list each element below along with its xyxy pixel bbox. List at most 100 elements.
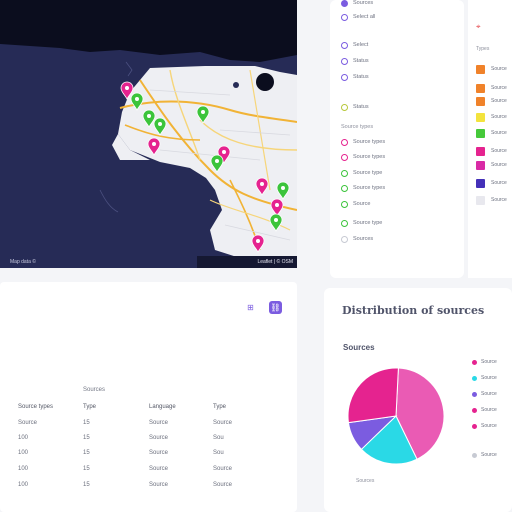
table-cell: 15 xyxy=(83,420,90,426)
radio-icon[interactable] xyxy=(341,200,348,208)
map-view[interactable]: Map data © Leaflet | © OSM xyxy=(0,0,297,268)
map-footer: Map data © Leaflet | © OSM xyxy=(0,256,297,268)
table-cell: 100 xyxy=(18,450,29,456)
pie-legend-label: Source xyxy=(481,423,497,429)
pie-legend-dot xyxy=(472,407,477,413)
filter-item[interactable]: Source types xyxy=(341,183,385,193)
map-marker-icon[interactable]: ⌖ xyxy=(476,22,481,32)
pie-legend-label: Source xyxy=(481,359,497,365)
filter-item-label: Source types xyxy=(353,139,386,145)
legend-panel: ⌖ Types Source Source Source Source Source So… xyxy=(468,0,512,278)
radio-icon[interactable] xyxy=(341,13,348,21)
table-cell: Source xyxy=(213,466,233,472)
table-header-cell[interactable]: Source types xyxy=(18,404,53,410)
pie-legend-item[interactable]: Source xyxy=(472,389,497,399)
radio-icon[interactable] xyxy=(341,235,348,243)
filter-item-label: Source type xyxy=(353,170,383,176)
filter-item[interactable]: Status xyxy=(341,56,369,66)
legend-item[interactable]: Source xyxy=(476,178,507,188)
legend-label: Source xyxy=(491,197,507,203)
legend-label: Source xyxy=(491,85,507,91)
chart-title: Distribution of sources xyxy=(342,304,485,317)
map-attribution-right[interactable]: Leaflet | © OSM xyxy=(197,256,297,268)
pie-legend-dot xyxy=(472,391,477,397)
filter-item-label: Source xyxy=(353,201,371,207)
pie-legend-dot xyxy=(472,423,477,429)
table-group-label: Sources xyxy=(83,387,106,393)
legend-label: Source xyxy=(491,162,507,168)
legend-item[interactable]: Source xyxy=(476,96,507,106)
table-cell: 15 xyxy=(83,450,90,456)
pie-legend-item[interactable]: Source xyxy=(472,373,497,383)
legend-label: Source xyxy=(491,148,507,154)
filter-item[interactable]: Select all xyxy=(341,12,375,22)
table-cell: Source xyxy=(149,482,169,488)
pie-slice[interactable] xyxy=(347,367,399,424)
map-canvas[interactable] xyxy=(0,0,297,268)
legend-swatch xyxy=(476,146,485,156)
legend-swatch xyxy=(476,64,485,74)
legend-swatch xyxy=(476,83,485,93)
table-header-cell[interactable]: Type xyxy=(83,404,96,410)
filter-item[interactable]: Status xyxy=(341,102,369,112)
filter-item-label: Source type xyxy=(353,220,383,226)
legend-item[interactable]: Source xyxy=(476,112,507,122)
legend-swatch xyxy=(476,96,485,106)
radio-icon[interactable] xyxy=(341,184,348,192)
radio-icon[interactable] xyxy=(341,169,348,177)
table-cell: Source xyxy=(149,466,169,472)
table-cell: Source xyxy=(213,420,233,426)
pie-legend-label: Source xyxy=(481,407,497,413)
pie-legend-dot xyxy=(472,452,477,458)
legend-item[interactable]: Source xyxy=(476,146,507,156)
table-cell: Source xyxy=(149,420,169,426)
filter-group-header: Source types xyxy=(341,124,374,130)
grid-icon[interactable]: ⊞ xyxy=(244,301,257,314)
filter-item[interactable]: Status xyxy=(341,72,369,82)
filter-item[interactable]: Source type xyxy=(341,218,382,228)
table-cell: Source xyxy=(149,435,169,441)
radio-icon[interactable] xyxy=(341,103,348,111)
filter-item[interactable]: Select xyxy=(341,40,368,50)
filter-item-label: Source types xyxy=(353,185,386,191)
filter-item-label: Sources xyxy=(353,0,374,6)
radio-icon[interactable] xyxy=(341,57,348,65)
filter-item-label: Sources xyxy=(353,236,374,242)
table-header-cell[interactable]: Language xyxy=(149,404,176,410)
radio-icon[interactable] xyxy=(341,138,348,146)
filter-item[interactable]: Source types xyxy=(341,152,385,162)
pie-legend-label: Source xyxy=(481,375,497,381)
table-cell: 100 xyxy=(18,482,29,488)
legend-swatch xyxy=(476,178,485,188)
map-attribution-left[interactable]: Map data © xyxy=(10,259,36,265)
filter-item[interactable]: Source xyxy=(341,199,370,209)
filter-item[interactable]: Source type xyxy=(341,168,382,178)
radio-icon[interactable] xyxy=(341,219,348,227)
filter-panel: Sources Select all Select Status Status Stat… xyxy=(330,0,464,278)
pie-legend-item[interactable]: Source xyxy=(472,357,497,367)
legend-item[interactable]: Source xyxy=(476,128,507,138)
filter-item[interactable]: Sources xyxy=(341,234,373,244)
legend-item[interactable]: Source xyxy=(476,64,507,74)
legend-item[interactable]: Source xyxy=(476,160,507,170)
pie-legend-item[interactable]: Source xyxy=(472,405,497,415)
legend-swatch xyxy=(476,195,485,205)
table-header-cell[interactable]: Type xyxy=(213,404,226,410)
radio-icon[interactable] xyxy=(341,153,348,161)
pie-legend-item[interactable]: Source xyxy=(472,421,497,431)
legend-item[interactable]: Source xyxy=(476,83,507,93)
pie-chart[interactable] xyxy=(346,358,456,478)
table-cell: Source xyxy=(18,420,38,426)
filter-item-top[interactable]: Sources xyxy=(341,0,373,8)
link-icon[interactable]: ⛓ xyxy=(269,301,282,314)
pie-legend-label: Source xyxy=(481,452,497,458)
filter-item-label: Status xyxy=(353,104,369,110)
filter-item[interactable]: Source types xyxy=(341,137,385,147)
radio-icon[interactable] xyxy=(341,41,348,49)
table-cell: Sou xyxy=(213,435,224,441)
legend-item[interactable]: Source xyxy=(476,195,507,205)
radio-icon[interactable] xyxy=(341,0,348,7)
table-cell: Source xyxy=(149,450,169,456)
pie-legend-item[interactable]: Source xyxy=(472,450,497,460)
radio-icon[interactable] xyxy=(341,73,348,81)
